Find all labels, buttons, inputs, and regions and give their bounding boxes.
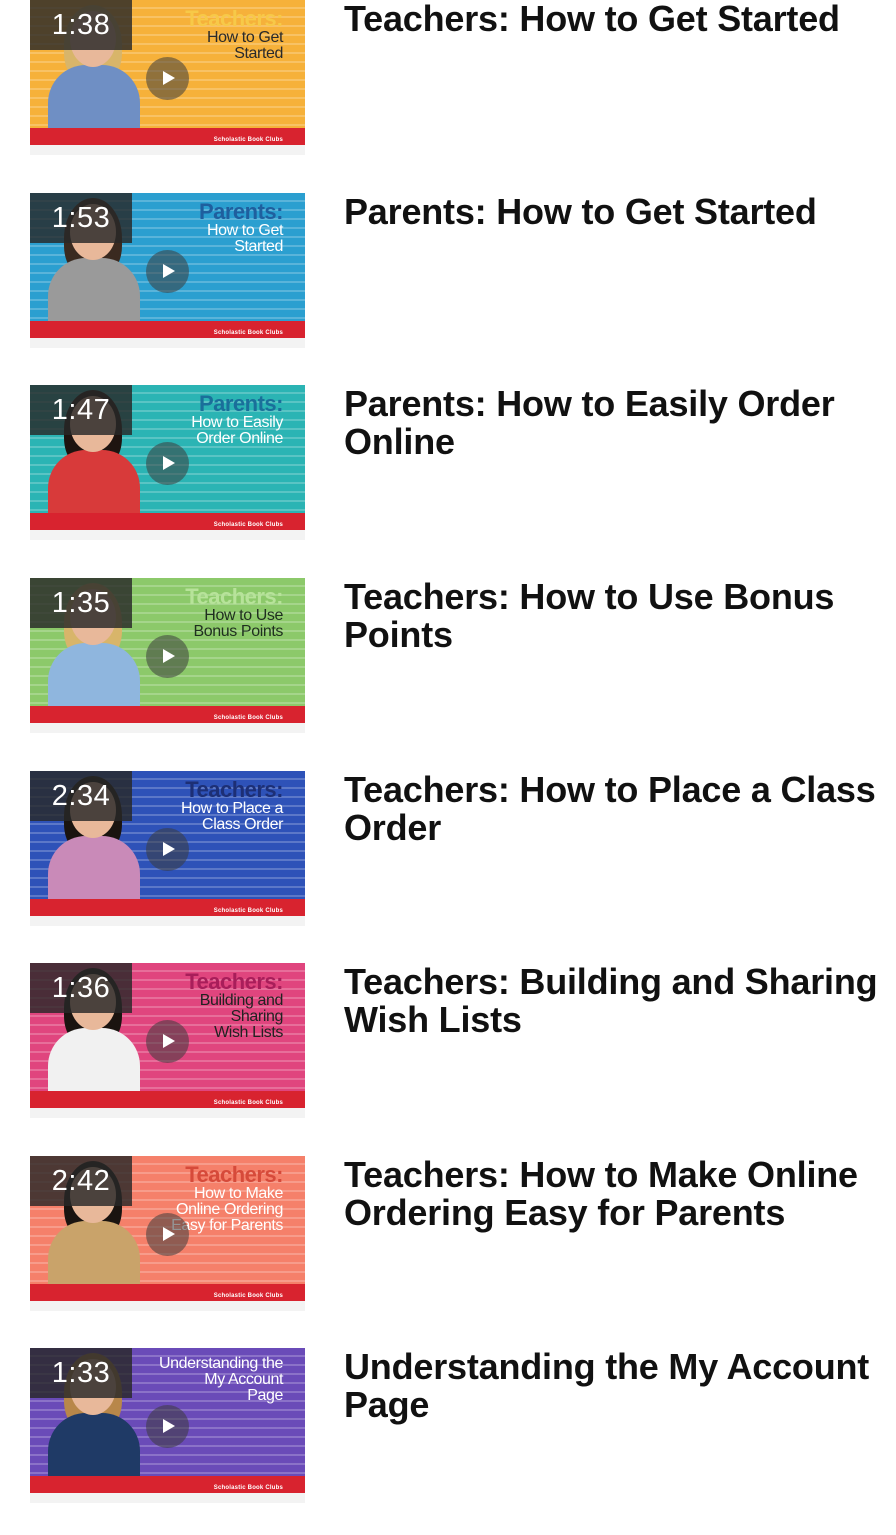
- thumbnail-bottom-edge: [30, 1108, 305, 1118]
- thumbnail-bottom-edge: [30, 916, 305, 926]
- thumbnail-heading: Parents:: [198, 391, 284, 416]
- thumbnail-heading: Teachers:: [185, 777, 283, 802]
- video-title-link[interactable]: Teachers: How to Use Bonus Points: [344, 578, 896, 654]
- video-list-item[interactable]: Teachers: Building and Sharing Wish Lists…: [0, 963, 896, 1123]
- thumbnail-bottom-edge: [30, 145, 305, 155]
- brand-logo: Scholastic Book Clubs: [213, 715, 283, 721]
- thumbnail-bottom-edge: [30, 1493, 305, 1503]
- thumbnail-bottom-edge: [30, 1301, 305, 1311]
- thumbnail-bottom-edge: [30, 723, 305, 733]
- thumbnail-subheading: How to Get Started: [206, 29, 283, 62]
- duration-badge: 1:38: [30, 0, 132, 50]
- thumbnail-heading: Teachers:: [185, 969, 283, 994]
- thumbnail-title: Teachers: How to Get Started: [133, 8, 283, 62]
- thumbnail-heading: Teachers:: [185, 1162, 283, 1187]
- duration-badge: 2:34: [30, 771, 132, 821]
- thumbnail-subheading: How to Use Bonus Points: [193, 607, 284, 640]
- play-icon[interactable]: [146, 1405, 189, 1448]
- thumbnail-heading: Teachers:: [185, 6, 283, 31]
- brand-logo: Scholastic Book Clubs: [213, 1293, 283, 1299]
- play-icon[interactable]: [146, 828, 189, 871]
- video-title-link[interactable]: Parents: How to Easily Order Online: [344, 385, 896, 461]
- duration-badge: 1:53: [30, 193, 132, 243]
- play-icon[interactable]: [146, 57, 189, 100]
- video-list-item[interactable]: Teachers: How to Get Started Scholastic Bo…: [0, 0, 896, 160]
- video-list: Teachers: How to Get Started Scholastic Bo…: [0, 0, 896, 1535]
- play-icon[interactable]: [146, 1020, 189, 1063]
- video-title-link[interactable]: Understanding the My Account Page: [344, 1348, 896, 1424]
- play-icon[interactable]: [146, 1213, 189, 1256]
- thumbnail-subheading: Understanding the My Account Page: [159, 1355, 283, 1404]
- thumbnail-bottom-edge: [30, 338, 305, 348]
- thumbnail-title: Parents: How to Easily Order Online: [133, 393, 283, 447]
- brand-logo: Scholastic Book Clubs: [213, 1100, 283, 1106]
- duration-badge: 1:35: [30, 578, 132, 628]
- video-title-link[interactable]: Teachers: How to Place a Class Order: [344, 771, 896, 847]
- play-icon[interactable]: [146, 250, 189, 293]
- thumbnail-subheading: How to Place a Class Order: [180, 800, 283, 833]
- video-list-item[interactable]: Teachers: How to Use Bonus Points Scholast…: [0, 578, 896, 738]
- thumbnail-title: Teachers: How to Use Bonus Points: [133, 586, 283, 640]
- duration-badge: 2:42: [30, 1156, 132, 1206]
- video-title-link[interactable]: Teachers: How to Get Started: [344, 0, 896, 38]
- thumbnail-subheading: How to Easily Order Online: [191, 414, 283, 447]
- video-list-item[interactable]: Teachers: How to Make Online Ordering Eas…: [0, 1156, 896, 1316]
- brand-logo: Scholastic Book Clubs: [213, 1485, 283, 1491]
- video-title-link[interactable]: Parents: How to Get Started: [344, 193, 896, 231]
- video-list-item[interactable]: Parents: How to Get Started Scholastic Boo…: [0, 193, 896, 353]
- video-list-item[interactable]: Understanding the My Account Page Scholas…: [0, 1348, 896, 1508]
- play-icon[interactable]: [146, 442, 189, 485]
- brand-logo: Scholastic Book Clubs: [213, 330, 283, 336]
- duration-badge: 1:33: [30, 1348, 132, 1398]
- duration-badge: 1:36: [30, 963, 132, 1013]
- thumbnail-heading: Parents:: [198, 199, 284, 224]
- video-list-item[interactable]: Teachers: How to Place a Class Order Schol…: [0, 771, 896, 931]
- thumbnail-bottom-edge: [30, 530, 305, 540]
- video-title-link[interactable]: Teachers: How to Make Online Ordering Ea…: [344, 1156, 896, 1232]
- duration-badge: 1:47: [30, 385, 132, 435]
- thumbnail-title: Parents: How to Get Started: [133, 199, 284, 255]
- brand-logo: Scholastic Book Clubs: [213, 522, 283, 528]
- play-icon[interactable]: [146, 635, 189, 678]
- thumbnail-title: Understanding the My Account Page: [133, 1356, 283, 1404]
- thumbnail-heading: Teachers:: [185, 584, 283, 609]
- video-title-link[interactable]: Teachers: Building and Sharing Wish List…: [344, 963, 896, 1039]
- brand-logo: Scholastic Book Clubs: [213, 137, 283, 143]
- video-list-item[interactable]: Parents: How to Easily Order Online Schola…: [0, 385, 896, 545]
- brand-logo: Scholastic Book Clubs: [213, 908, 283, 914]
- thumbnail-title: Teachers: How to Place a Class Order: [133, 777, 284, 833]
- thumbnail-subheading: How to Get Started: [206, 222, 283, 255]
